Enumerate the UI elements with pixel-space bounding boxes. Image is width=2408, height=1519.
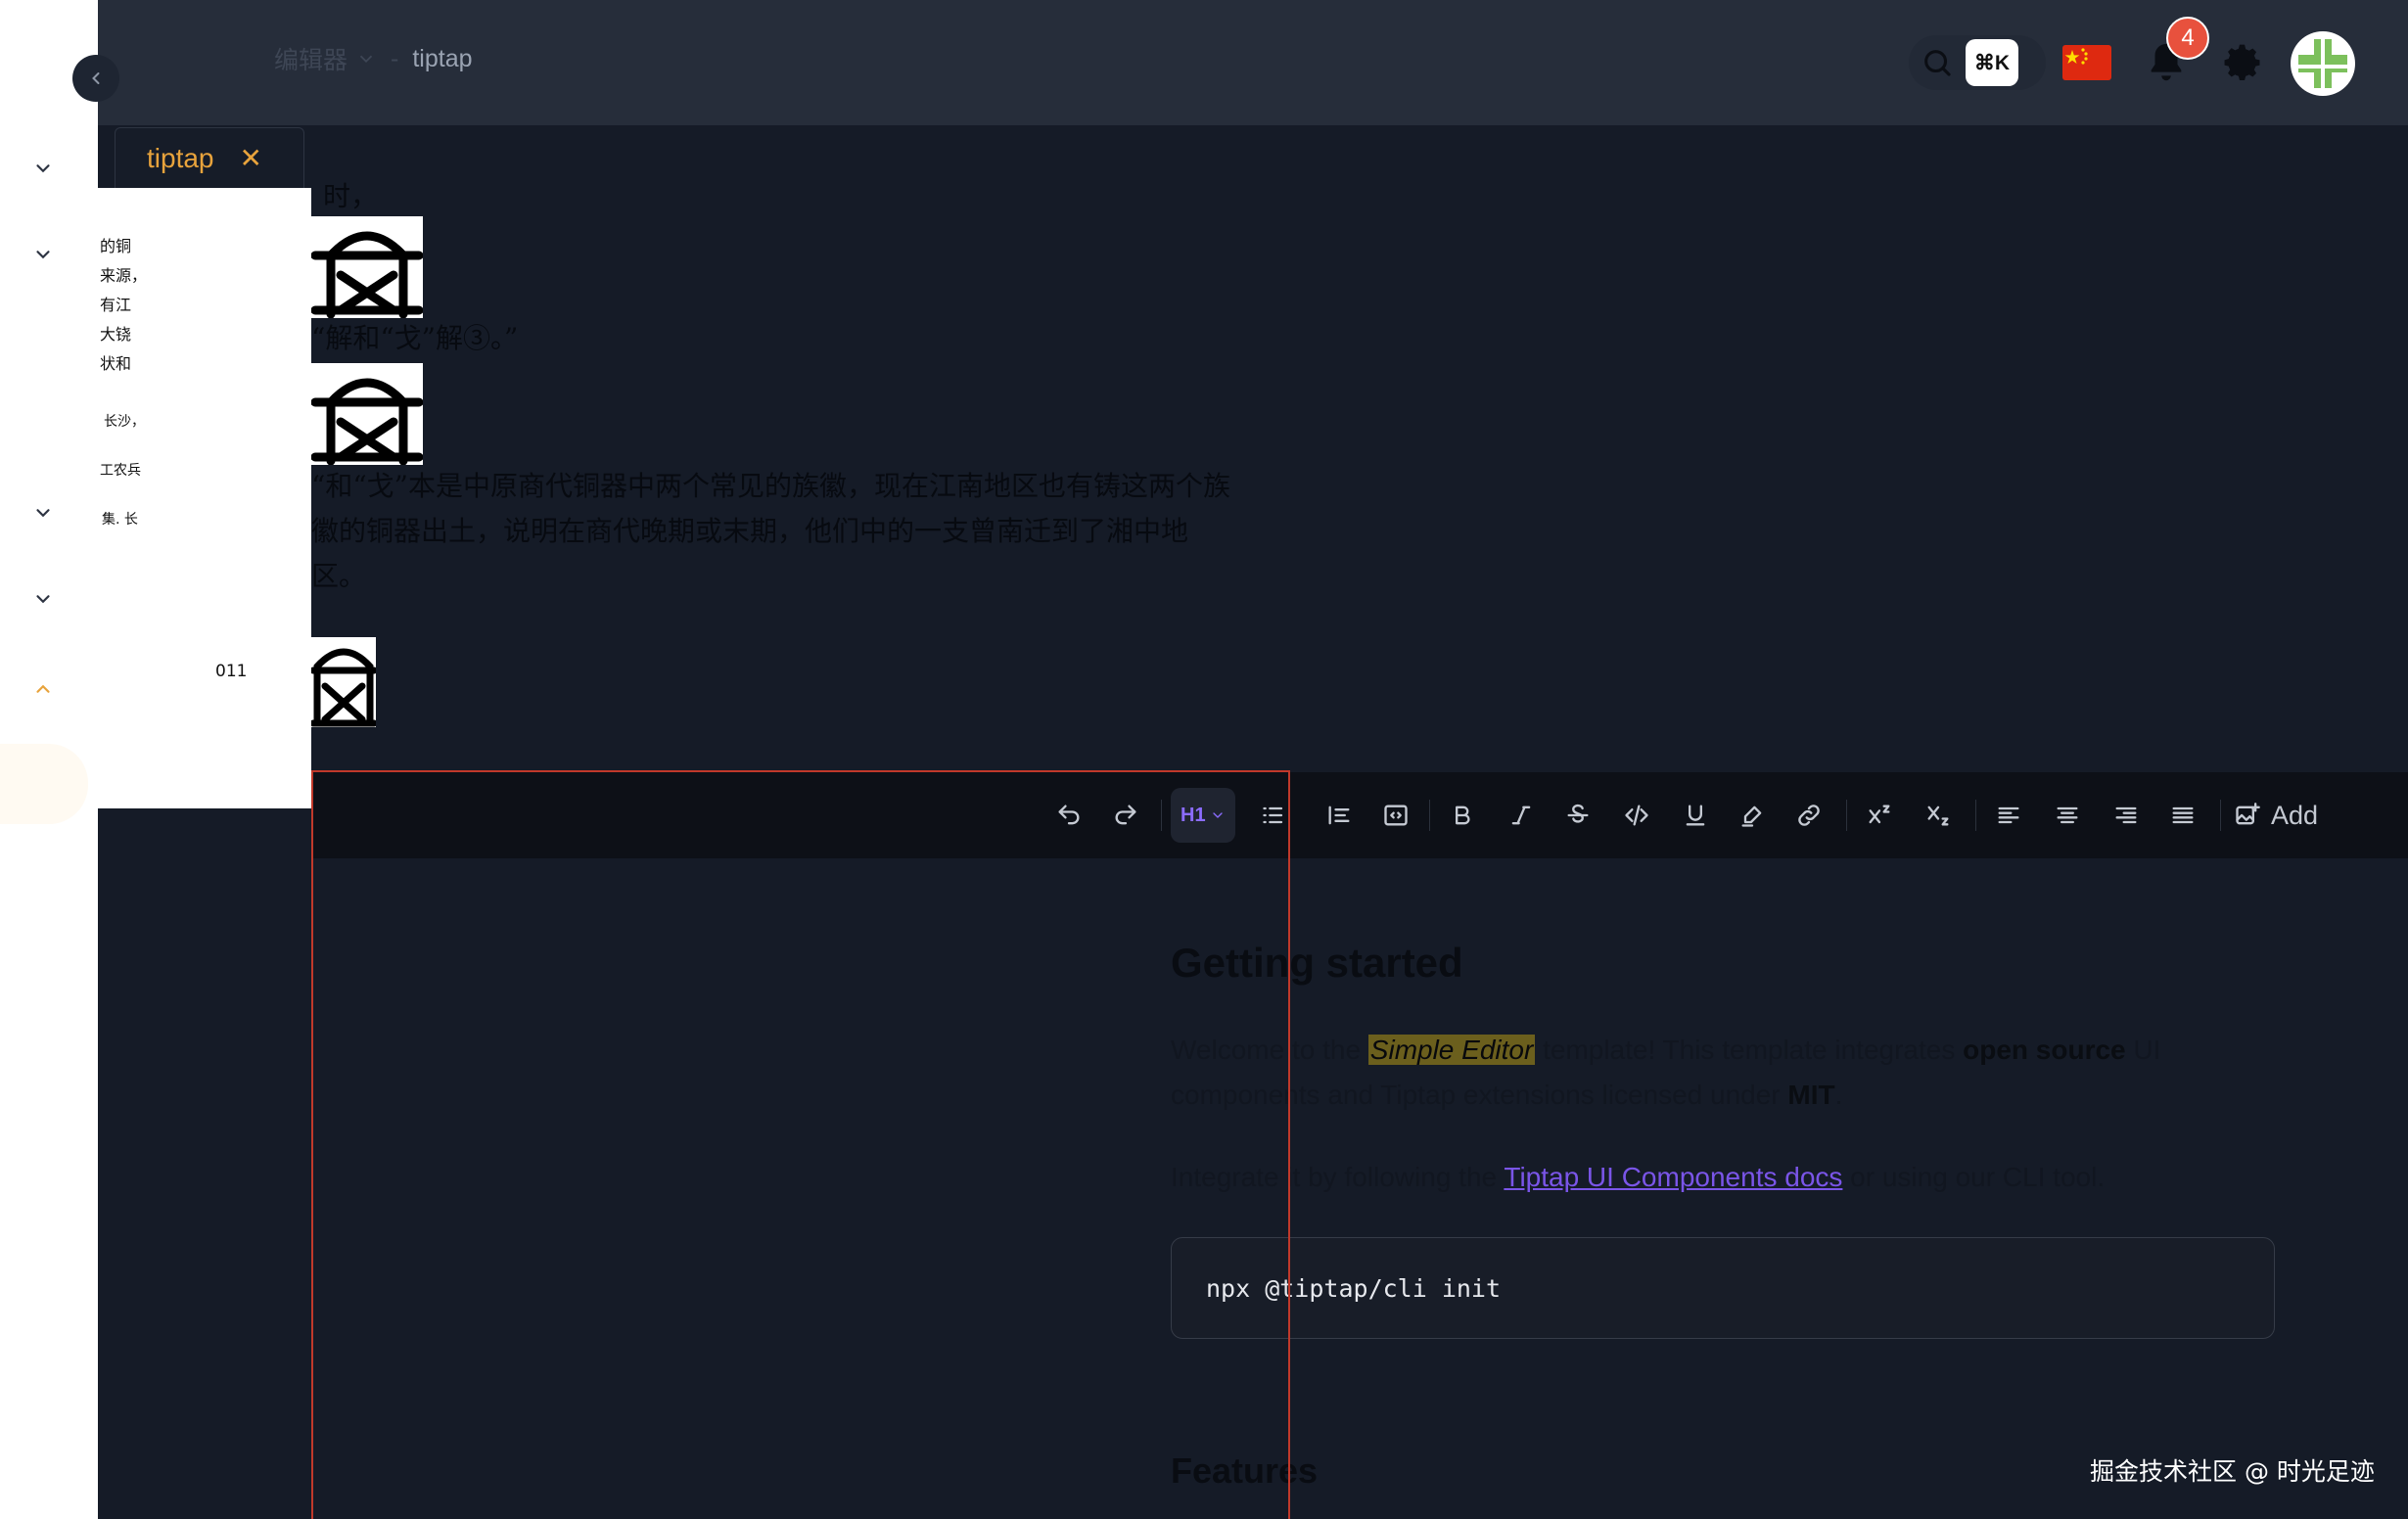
ancient-glyph-image: [309, 637, 378, 727]
chevron-down-icon[interactable]: [29, 499, 57, 527]
align-left-button[interactable]: [1987, 794, 2030, 837]
add-image-button[interactable]: Add: [2234, 794, 2318, 837]
intro-paragraph: Welcome to the Simple Editor template! T…: [1171, 1035, 2161, 1110]
ancient-glyph-image: [310, 363, 424, 466]
redo-button[interactable]: [1104, 794, 1147, 837]
heading-dropdown-button[interactable]: H1: [1171, 788, 1235, 843]
avatar[interactable]: [2291, 31, 2355, 96]
italic-icon: [1511, 806, 1531, 825]
add-label: Add: [2271, 800, 2319, 830]
breadcrumb-current[interactable]: tiptap: [412, 45, 472, 73]
highlighted-text: Simple Editor: [1367, 1035, 1536, 1065]
blockquote-button[interactable]: [1318, 794, 1361, 837]
debug-outline: [311, 770, 313, 1519]
book-text-line: 徽的铜器出土，说明在商代晚期或末期，他们中的一支曾南迁到了湘中地: [311, 515, 1189, 547]
superscript-icon: [1869, 805, 1890, 824]
underline-button[interactable]: [1674, 794, 1717, 837]
blockquote-icon: [1328, 806, 1350, 825]
breadcrumb-root-label: 编辑器: [274, 47, 348, 74]
editor-content[interactable]: Getting started Welcome to the Simple Ed…: [1171, 940, 2277, 1339]
chevron-down-icon[interactable]: [29, 241, 57, 268]
scan-text-line: 大铙: [100, 325, 132, 344]
book-text-line: “和“戈”本是中原商代铜器中两个常见的族徽，现在江南地区也有铸这两个族: [311, 470, 1230, 502]
superscript-button[interactable]: [1858, 794, 1901, 837]
code-button[interactable]: [1615, 794, 1658, 837]
code-icon: [1625, 805, 1648, 826]
chevron-left-icon: [92, 72, 100, 84]
undo-icon: [1058, 805, 1080, 825]
chevron-down-icon: [359, 55, 373, 64]
align-right-icon: [2115, 806, 2137, 824]
scan-text-line: 集. 长: [102, 512, 138, 528]
align-right-button[interactable]: [2105, 794, 2148, 837]
notification-badge: 4: [2166, 17, 2209, 60]
heading-label: H1: [1181, 804, 1206, 826]
scan-text-line: 来源，: [100, 266, 148, 285]
highlight-button[interactable]: [1731, 794, 1774, 837]
list-dropdown-button[interactable]: [1251, 794, 1298, 837]
close-icon[interactable]: ✕: [240, 144, 262, 172]
code-block-button[interactable]: [1374, 794, 1417, 837]
align-center-button[interactable]: [2046, 794, 2089, 837]
strike-button[interactable]: [1556, 794, 1599, 837]
features-heading: Features: [1171, 1450, 1319, 1491]
scan-text-line: 工农兵: [100, 463, 141, 479]
page-number: 011: [215, 662, 248, 681]
image-plus-icon: [2236, 803, 2260, 825]
debug-outline: [1288, 770, 1290, 1519]
underline-icon: [1686, 805, 1705, 826]
code-block[interactable]: npx @tiptap/cli init: [1171, 1237, 2275, 1339]
search-icon: [1924, 50, 1951, 76]
redo-icon: [1115, 805, 1136, 825]
shortcut-badge: ⌘K: [1966, 39, 2018, 86]
breadcrumb-separator: -: [391, 44, 399, 72]
chevron-up-icon[interactable]: [29, 675, 57, 703]
subscript-icon: [1927, 806, 1949, 826]
chevron-down-icon[interactable]: [29, 585, 57, 613]
bold-button[interactable]: [1441, 794, 1484, 837]
strikethrough-icon: [1567, 804, 1589, 823]
china-flag-icon[interactable]: [2062, 45, 2111, 80]
highlighter-icon: [1741, 806, 1762, 827]
code-block-icon: [1384, 805, 1408, 826]
scanned-page-image: 时， 的铜 来源， 有江 大铙 状和 长沙， 工农兵 集. 长 011: [98, 188, 311, 808]
scan-text-line: 的铜: [100, 237, 132, 255]
tab-label: tiptap: [147, 142, 214, 173]
undo-button[interactable]: [1047, 794, 1090, 837]
scan-text-line: 有江: [100, 296, 132, 314]
book-fragment-text: 时，: [323, 180, 379, 212]
align-left-icon: [1998, 806, 2019, 824]
scan-text-line: 长沙，: [104, 414, 145, 430]
ancient-glyph-image: [310, 216, 424, 319]
chevron-down-icon[interactable]: [29, 155, 57, 182]
align-justify-button[interactable]: [2161, 794, 2204, 837]
book-text-line: “解和“戈”解③。”: [311, 322, 519, 354]
breadcrumb: 编辑器 - tiptap: [274, 41, 473, 76]
scan-text-line: 状和: [100, 354, 132, 373]
active-nav-highlight: [0, 744, 88, 824]
top-header: 编辑器 - tiptap: [98, 0, 2408, 125]
editor-toolbar: H1 Add: [313, 772, 2408, 858]
link-button[interactable]: [1787, 794, 1830, 837]
breadcrumb-root[interactable]: 编辑器: [274, 41, 377, 76]
italic-button[interactable]: [1500, 794, 1543, 837]
document-heading: Getting started: [1171, 940, 1463, 986]
gear-icon[interactable]: [2222, 41, 2265, 84]
left-nav-strip: [0, 0, 98, 1519]
tab-tiptap[interactable]: tiptap ✕: [115, 127, 304, 188]
integrate-paragraph: Integrate it by following the Tiptap UI …: [1171, 1162, 2106, 1192]
list-icon: [1263, 806, 1283, 824]
search-button[interactable]: ⌘K: [1909, 35, 2046, 90]
align-center-icon: [2057, 806, 2078, 824]
subscript-button[interactable]: [1917, 794, 1960, 837]
book-text-line: 区。: [311, 560, 367, 592]
chevron-down-icon: [1212, 812, 1223, 818]
collapse-sidebar-button[interactable]: [72, 55, 119, 102]
watermark: 掘金技术社区 @ 时光足迹: [2090, 1457, 2375, 1486]
align-justify-icon: [2172, 806, 2194, 824]
bold-icon: [1456, 806, 1470, 825]
docs-link[interactable]: Tiptap UI Components docs: [1504, 1162, 1842, 1192]
link-icon: [1798, 805, 1820, 826]
